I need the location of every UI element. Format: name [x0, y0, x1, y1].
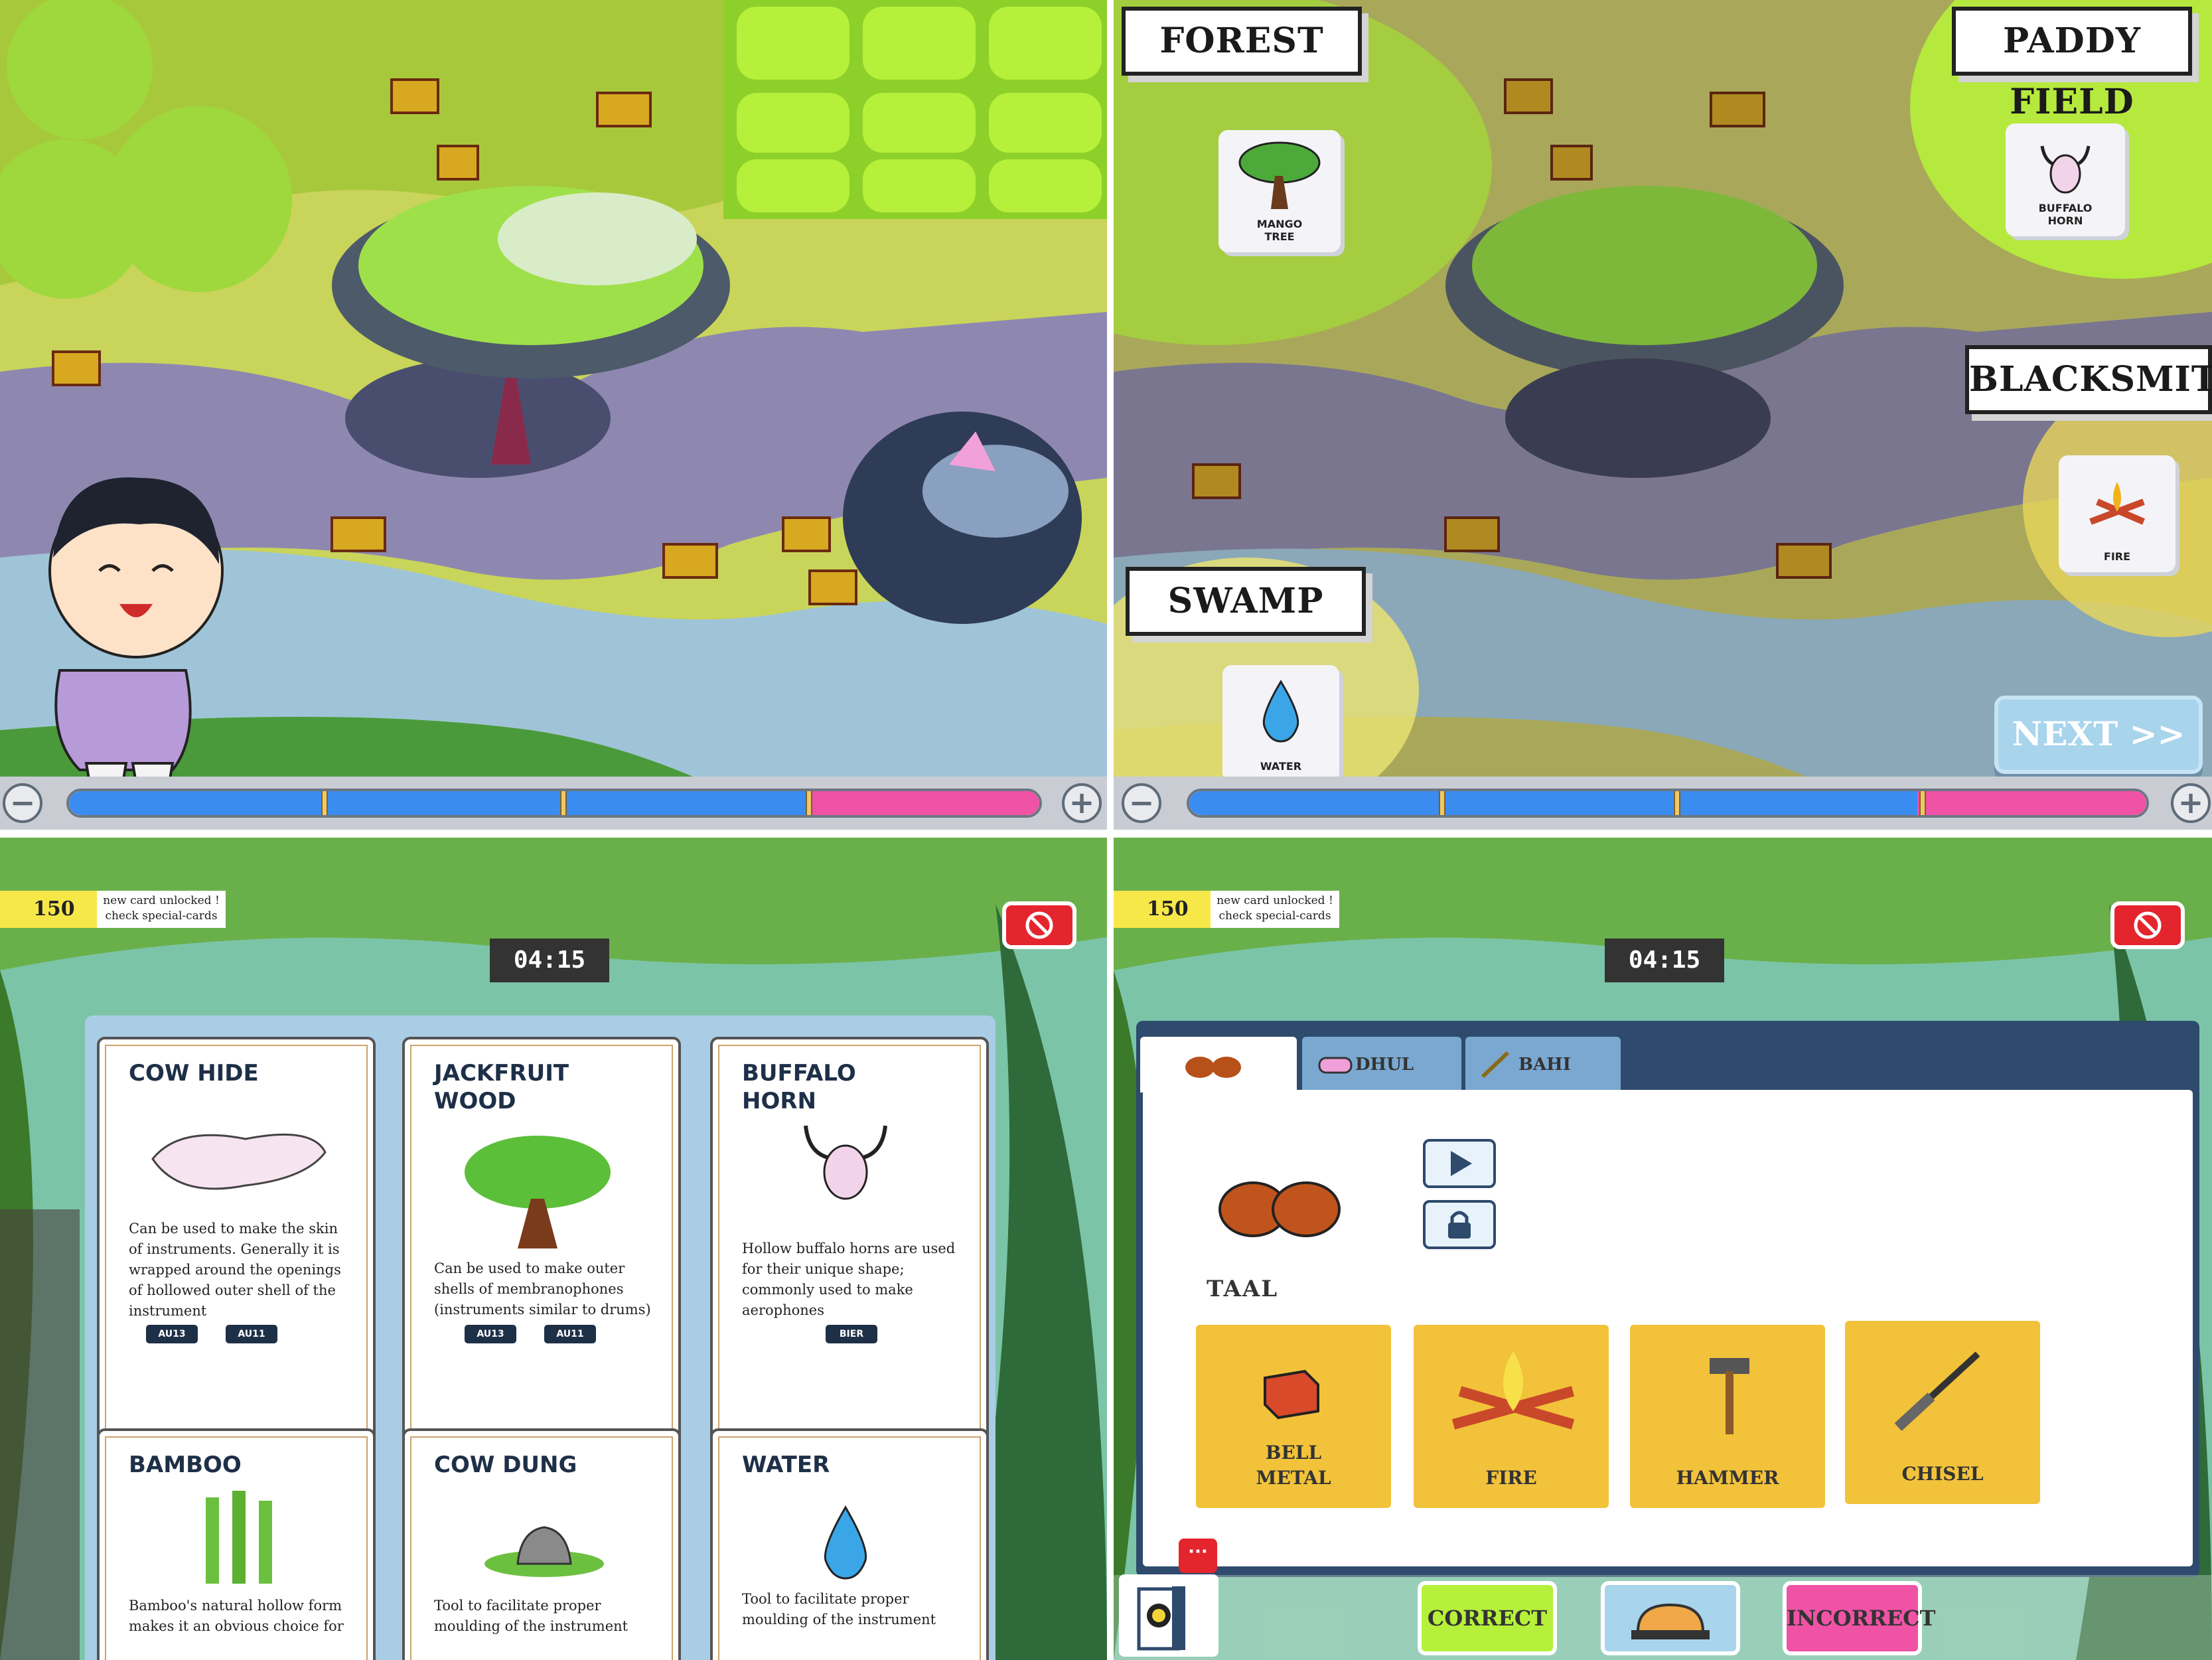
zoom-in-button[interactable]: + [2171, 783, 2211, 823]
card-water[interactable]: WATER Tool to facilitate proper moulding… [710, 1428, 989, 1660]
incorrect-button[interactable]: INCORRECT [1783, 1581, 1935, 1655]
zoom-bar: − + [0, 777, 1107, 830]
zoom-bar: − + [1114, 777, 2212, 830]
zoom-slider[interactable] [1187, 789, 2149, 818]
zoom-slider[interactable] [66, 789, 1042, 818]
flute-icon [1481, 1051, 1510, 1079]
material-cards-panel: 150 new card unlocked ! check special-car… [0, 838, 1107, 1660]
correct-button[interactable]: CORRECT [1418, 1581, 1557, 1655]
water-card[interactable]: WATER [1222, 665, 1339, 782]
new-card-notice[interactable]: new card unlocked ! check special-cards [1213, 893, 1337, 924]
buffalo-horn-card[interactable]: BUFFALO HORN [2006, 123, 2125, 236]
labeled-map-panel: FOREST PADDY FIELD BLACKSMITH SWAMP MANG… [1114, 0, 2212, 830]
bamboo-icon [206, 1491, 272, 1584]
card-cow-dung[interactable]: COW DUNG Tool to facilitate proper mould… [402, 1428, 681, 1660]
guide-character [48, 477, 224, 804]
next-button[interactable]: NEXT >> [1994, 696, 2203, 774]
drum-icon [1318, 1057, 1353, 1074]
card-bamboo[interactable]: BAMBOO Bamboo's natural hollow form make… [97, 1428, 376, 1660]
cow-hide-icon [151, 1133, 327, 1190]
buffalo-horn-icon [2040, 145, 2091, 194]
zoom-out-button[interactable]: − [1122, 783, 1161, 823]
score-value: 150 [1147, 897, 1189, 921]
mute-icon [2134, 911, 2162, 939]
mango-tree-icon [1238, 141, 1321, 209]
special-cards-button[interactable] [1119, 1574, 1218, 1657]
tab-taal[interactable] [1140, 1037, 1297, 1093]
zoom-out-button[interactable]: − [3, 783, 42, 823]
cymbals-icon [1185, 1057, 1241, 1078]
play-button[interactable] [1423, 1139, 1496, 1188]
new-card-notice[interactable]: new card unlocked ! check special-cards [100, 893, 223, 924]
mute-icon [1025, 911, 1053, 939]
score-notice: 150 new card unlocked ! check special-car… [0, 891, 226, 928]
lock-icon [1448, 1211, 1471, 1239]
instrument-name: TAAL [1207, 1276, 1279, 1302]
chat-badge[interactable]: ··· [1179, 1539, 1217, 1573]
water-drop-icon [824, 1505, 867, 1580]
score-value: 150 [33, 897, 75, 921]
tab-dhul[interactable]: DHUL [1302, 1037, 1461, 1093]
zoom-in-button[interactable]: + [1062, 783, 1102, 823]
cards-deck-icon [1137, 1586, 1185, 1651]
water-drop-icon [1262, 680, 1299, 743]
mute-button[interactable] [1002, 901, 1076, 949]
forest-label: FOREST [1122, 7, 1362, 76]
blacksmith-label: BLACKSMITH [1965, 345, 2212, 414]
instrument-builder-panel: 150 new card unlocked ! check special-car… [1114, 838, 2212, 1660]
lock-button[interactable] [1423, 1200, 1496, 1249]
fire-icon [1451, 1351, 1575, 1430]
timer: 04:15 [1605, 939, 1724, 982]
fire-card[interactable]: FIRE [2059, 455, 2175, 572]
swamp-label: SWAMP [1126, 567, 1366, 636]
jackfruit-tree-icon [465, 1136, 611, 1248]
tab-bahi[interactable]: BAHI [1465, 1037, 1621, 1093]
cow-dung-icon [484, 1526, 604, 1577]
chisel-icon [1894, 1351, 1980, 1431]
hammer-icon [1710, 1358, 1749, 1434]
timer: 04:15 [490, 939, 609, 982]
material-bell-metal[interactable]: BELL METAL [1196, 1325, 1391, 1508]
buffalo-horn-icon [804, 1125, 887, 1200]
fire-icon [2089, 482, 2145, 525]
taal-cymbals-icon [1218, 1181, 1341, 1237]
play-icon [1451, 1151, 1472, 1176]
bell-button[interactable] [1601, 1581, 1740, 1655]
bell-metal-icon [1264, 1369, 1319, 1420]
material-fire[interactable]: FIRE [1414, 1325, 1609, 1508]
score-notice: 150 new card unlocked ! check special-car… [1114, 891, 1339, 928]
material-chisel[interactable]: CHISEL [1845, 1321, 2040, 1504]
mute-button[interactable] [2110, 901, 2185, 949]
paddy-field-label: PADDY FIELD [1952, 7, 2192, 122]
service-bell-icon [1631, 1603, 1710, 1639]
village-map-panel: − + [0, 0, 1107, 830]
material-hammer[interactable]: HAMMER [1630, 1325, 1825, 1508]
mango-tree-card[interactable]: MANGO TREE [1218, 130, 1341, 252]
